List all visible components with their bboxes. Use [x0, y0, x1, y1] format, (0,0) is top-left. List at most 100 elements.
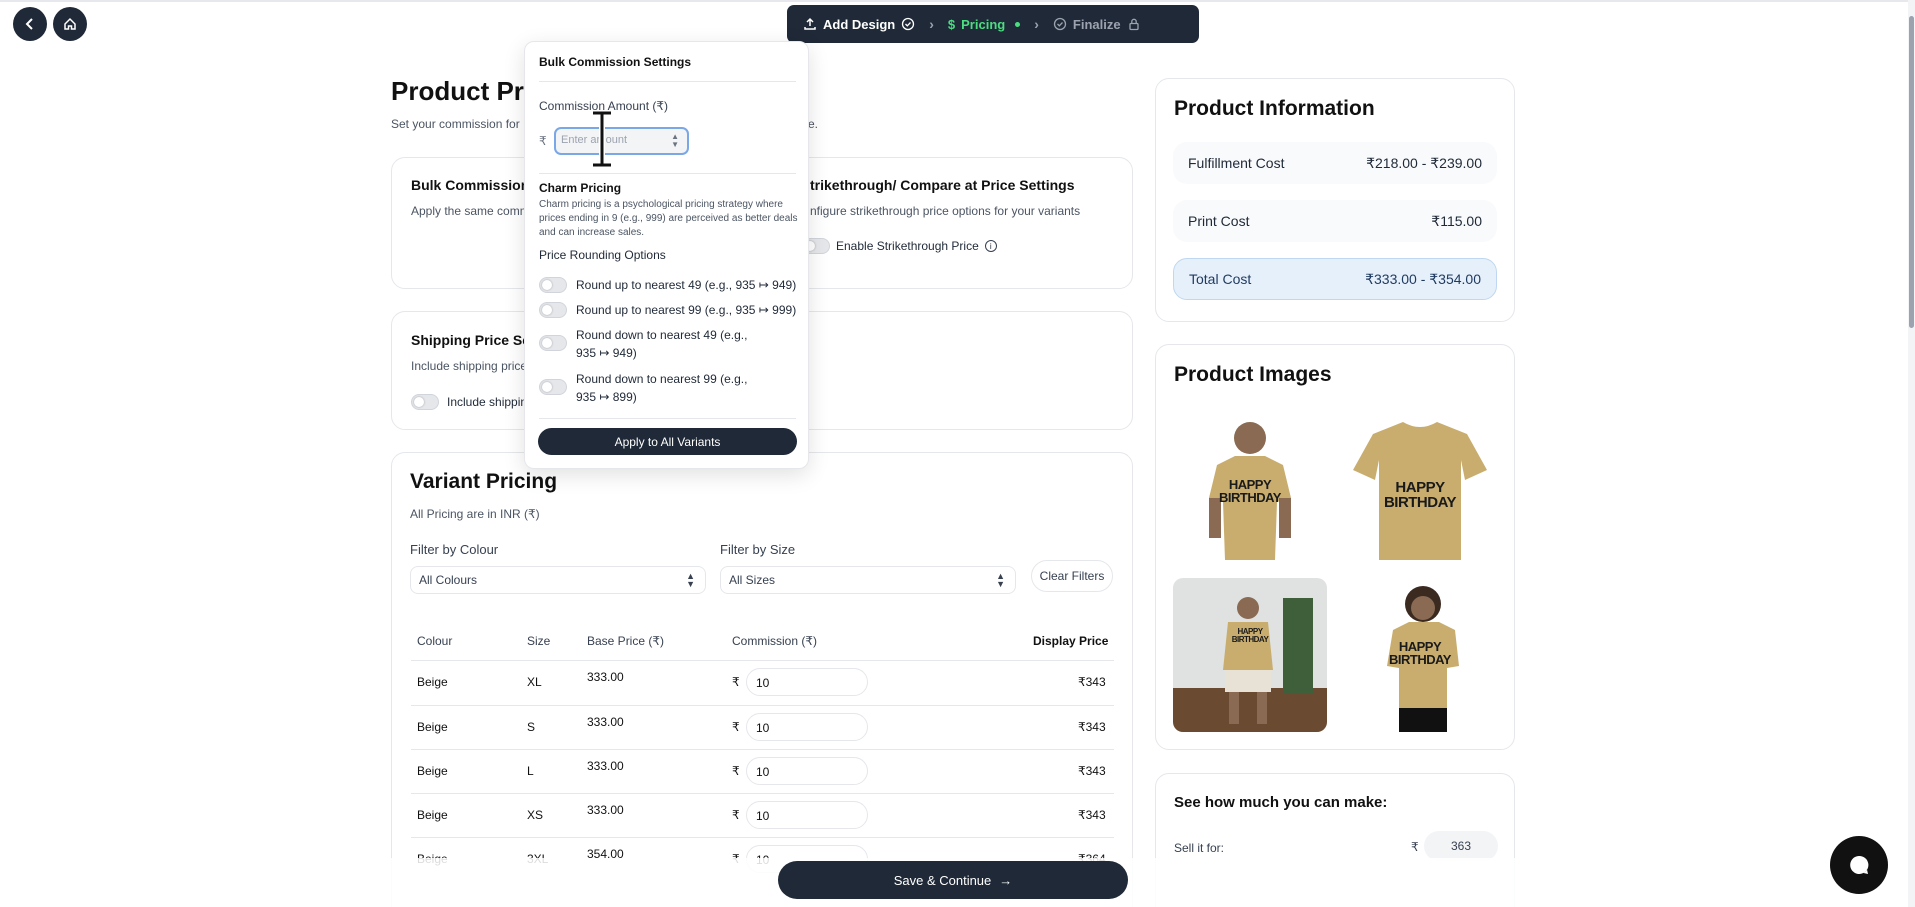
- round-up-49-option[interactable]: Round up to nearest 49 (e.g., 935 ↦ 949): [539, 276, 801, 294]
- select-arrows-icon: ▲ ▼: [996, 571, 1005, 589]
- charm-pricing-description: Charm pricing is a psychological pricing…: [539, 199, 798, 238]
- check-circle-icon: [902, 17, 915, 31]
- round-down-99-option[interactable]: Round down to nearest 99 (e.g., 935 ↦ 89…: [539, 370, 764, 406]
- step-add-design[interactable]: Add Design: [803, 17, 915, 32]
- round-down-49-toggle[interactable]: [539, 335, 567, 351]
- sell-price-input[interactable]: 363: [1424, 831, 1498, 861]
- step-pricing[interactable]: $ Pricing: [948, 17, 1021, 32]
- popover-divider: [539, 81, 796, 82]
- strikethrough-toggle-label: Enable Strikethrough Price: [836, 239, 979, 253]
- variant-pricing-title: Variant Pricing: [410, 470, 558, 493]
- cell-size: XS: [527, 808, 544, 822]
- tshirt-print-text: HAPPY BIRTHDAY: [1383, 479, 1457, 511]
- save-continue-button[interactable]: Save & Continue →: [778, 861, 1128, 899]
- currency-symbol: ₹: [732, 764, 740, 778]
- commission-input[interactable]: 10: [746, 668, 868, 696]
- product-image-model-front[interactable]: HAPPY BIRTHDAY: [1173, 410, 1327, 564]
- strikethrough-title: trikethrough/ Compare at Price Settings: [810, 177, 1075, 193]
- product-information-title: Product Information: [1174, 97, 1375, 120]
- home-button[interactable]: [53, 7, 87, 41]
- product-images-title: Product Images: [1174, 363, 1332, 386]
- filter-size-select[interactable]: All Sizes ▲ ▼: [720, 566, 1016, 594]
- sell-it-for-label: Sell it for:: [1174, 841, 1225, 855]
- commission-input[interactable]: 10: [746, 757, 868, 785]
- clear-filters-button[interactable]: Clear Filters: [1031, 560, 1113, 592]
- shipping-toggle-row: Include shippin: [411, 394, 527, 410]
- arrow-right-icon: →: [999, 872, 1013, 888]
- include-shipping-toggle[interactable]: [411, 394, 439, 410]
- round-option-label: Round down to nearest 49 (e.g., 935 ↦ 94…: [576, 328, 748, 360]
- product-image-female-model[interactable]: HAPPY BIRTHDAY: [1343, 578, 1497, 732]
- cell-size: L: [527, 764, 534, 778]
- cell-display-price: ₹343: [1078, 808, 1106, 822]
- chat-button[interactable]: [1830, 836, 1888, 894]
- scrollbar-thumb[interactable]: [1909, 16, 1914, 328]
- table-divider: [411, 793, 1114, 794]
- variant-pricing-subtitle: All Pricing are in INR (₹): [410, 507, 540, 521]
- product-image-seated-model[interactable]: HAPPY BIRTHDAY: [1173, 578, 1327, 732]
- currency-symbol: ₹: [1411, 840, 1419, 854]
- column-header-colour: Colour: [417, 634, 453, 648]
- round-up-49-toggle[interactable]: [539, 277, 567, 293]
- filter-size-label: Filter by Size: [720, 542, 796, 557]
- back-button[interactable]: [13, 7, 47, 41]
- save-continue-label: Save & Continue: [893, 872, 992, 888]
- info-label: Print Cost: [1188, 213, 1250, 229]
- commission-amount-input[interactable]: Enter amount ▲ ▼: [554, 127, 689, 155]
- cell-base-price: 333.00: [587, 670, 624, 684]
- table-divider: [411, 749, 1114, 750]
- lock-icon: [1128, 18, 1139, 31]
- chevron-right-icon: ›: [929, 16, 934, 32]
- cell-base-price: 333.00: [587, 803, 624, 817]
- apply-to-all-variants-button[interactable]: Apply to All Variants: [538, 428, 797, 455]
- round-up-99-toggle[interactable]: [539, 302, 567, 318]
- page-title: Product Pr: [391, 76, 524, 106]
- cell-size: XL: [527, 675, 542, 689]
- product-image-flat[interactable]: HAPPY BIRTHDAY: [1343, 410, 1497, 564]
- shipping-text: Include shipping price: [411, 359, 528, 373]
- filter-colour-select[interactable]: All Colours ▲ ▼: [410, 566, 706, 594]
- filter-size-value: All Sizes: [729, 573, 776, 587]
- currency-symbol: ₹: [732, 675, 740, 689]
- popover-divider: [539, 418, 796, 419]
- upload-icon: [804, 17, 816, 30]
- stepper-arrows-icon[interactable]: ▲ ▼: [671, 133, 679, 149]
- commission-input[interactable]: 10: [746, 713, 868, 741]
- strikethrough-text: nfigure strikethrough price options for …: [810, 204, 1081, 218]
- dot-icon: [1015, 21, 1021, 27]
- info-label: Fulfillment Cost: [1188, 155, 1285, 171]
- chevron-right-icon: ›: [1034, 16, 1039, 32]
- print-cost-row: Print Cost ₹115.00: [1173, 200, 1497, 242]
- round-down-49-option[interactable]: Round down to nearest 49 (e.g., 935 ↦ 94…: [539, 326, 764, 362]
- round-up-99-option[interactable]: Round up to nearest 99 (e.g., 935 ↦ 999): [539, 301, 801, 319]
- round-down-99-toggle[interactable]: [539, 379, 567, 395]
- step-finalize[interactable]: Finalize: [1053, 17, 1141, 32]
- cell-display-price: ₹343: [1078, 720, 1106, 734]
- tshirt-print-text: HAPPY BIRTHDAY: [1231, 627, 1269, 644]
- commission-input[interactable]: 10: [746, 801, 868, 829]
- info-label: Total Cost: [1189, 271, 1252, 287]
- popover-title: Bulk Commission Settings: [539, 55, 692, 69]
- cell-size: S: [527, 720, 536, 734]
- info-icon[interactable]: i: [984, 240, 997, 252]
- filter-colour-label: Filter by Colour: [410, 542, 499, 557]
- round-option-label: Round down to nearest 99 (e.g., 935 ↦ 89…: [576, 372, 748, 404]
- total-cost-row: Total Cost ₹333.00 - ₹354.00: [1173, 258, 1497, 300]
- currency-symbol: ₹: [732, 720, 740, 734]
- cell-colour: Beige: [417, 720, 448, 734]
- tshirt-print-text: HAPPY BIRTHDAY: [1389, 639, 1451, 667]
- column-header-base-price: Base Price (₹): [587, 634, 664, 648]
- currency-symbol: ₹: [732, 808, 740, 822]
- earnings-title: See how much you can make:: [1174, 794, 1388, 811]
- step-label: Add Design: [823, 16, 896, 32]
- column-header-commission: Commission (₹): [732, 634, 817, 648]
- table-divider: [411, 660, 1114, 661]
- include-shipping-label: Include shippin: [447, 395, 528, 409]
- seated-model-illustration: [1173, 597, 1327, 732]
- select-arrows-icon: ▲ ▼: [686, 571, 695, 589]
- top-border: [0, 0, 1915, 2]
- cell-base-price: 333.00: [587, 759, 624, 773]
- strikethrough-toggle-row: Enable Strikethrough Price i: [802, 238, 997, 254]
- chat-bubble-icon: [1850, 855, 1869, 874]
- cell-colour: Beige: [417, 764, 448, 778]
